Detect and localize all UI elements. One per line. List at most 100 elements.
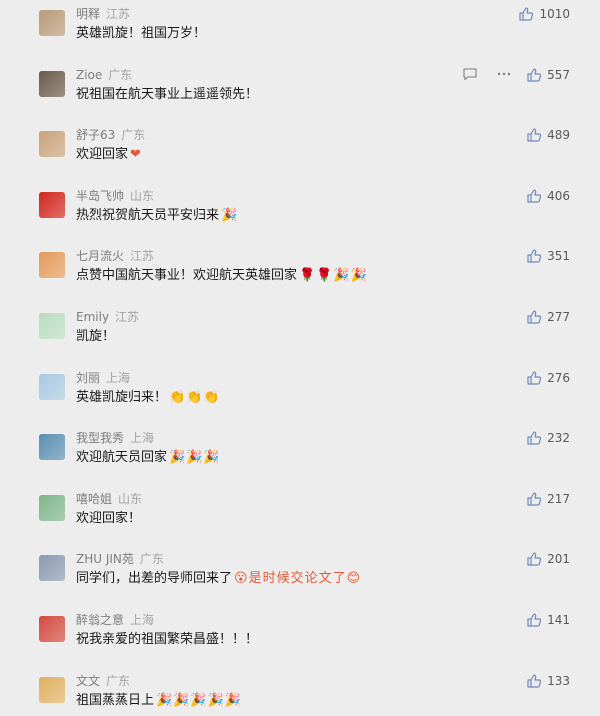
comment-text: 热烈祝贺航天员平安归来 🎉 [76,207,239,223]
thumbs-up-icon [527,189,542,203]
avatar[interactable] [39,131,65,158]
comment-item: 刘丽 上海 英雄凯旋归来！ 👏👏👏 276 [0,364,600,425]
emoji-group: 👏👏👏 [169,389,221,405]
like-button[interactable]: 201 [526,550,570,568]
comment-author[interactable]: ZHU JIN苑 [76,552,134,566]
comment-text: 同学们，出差的导师回来了 😮是时候交论文了😊 [76,571,362,587]
comment-item: ZHU JIN苑 广东 同学们，出差的导师回来了 😮是时候交论文了😊 201 [0,545,600,606]
like-button[interactable]: 1010 [518,5,570,23]
emoji-group: ❤ [130,147,142,163]
thumbs-up-icon [527,431,542,445]
emoji-group: 🎉🎉🎉 [169,450,221,466]
comment-author[interactable]: 明释 [76,7,100,21]
emoji-group: 🌹🌹🎉🎉 [299,268,368,284]
reply-icon[interactable] [462,66,478,82]
comment-text: 祖国蒸蒸日上 🎉🎉🎉🎉🎉 [76,692,242,708]
comment-text: 祝祖国在航天事业上遥遥领先！ [76,86,259,102]
like-button[interactable]: 489 [526,126,570,144]
like-count: 217 [547,491,570,506]
comment-location: 上海 [106,370,131,385]
comment-author[interactable]: 舒子63 [76,128,115,142]
avatar[interactable] [39,555,65,582]
emoji-group: 🎉🎉🎉🎉🎉 [156,692,242,708]
thumbs-up-icon [527,492,542,506]
comment-text: 点赞中国航天事业！欢迎航天英雄回家 🌹🌹🎉🎉 [76,268,368,284]
comment-list: 明释 江苏 英雄凯旋！祖国万岁！ 1010 Zioe 广东 祝祖国在航天事业上遥遥领… [0,0,600,716]
thumbs-up-icon [527,128,542,142]
comment-item: 文文 广东 祖国蒸蒸日上 🎉🎉🎉🎉🎉 133 [0,667,600,716]
like-button[interactable]: 351 [526,247,570,265]
comment-item: Emily 江苏 凯旋！ 277 [0,303,600,364]
comment-author[interactable]: 我型我秀 [76,431,124,445]
comment-text: 欢迎回家！ [76,510,142,526]
like-count: 557 [547,67,570,82]
comment-author[interactable]: 醉翁之意 [76,613,124,627]
like-button[interactable]: 133 [526,672,570,690]
like-count: 277 [547,310,570,324]
comment-text: 欢迎回家 ❤ [76,147,142,163]
comment-text: 英雄凯旋！祖国万岁！ [76,26,207,41]
thumbs-up-icon [527,673,542,688]
like-button[interactable]: 141 [526,611,570,629]
thumbs-up-icon [527,613,542,627]
comment-author[interactable]: Emily [76,310,109,324]
like-count: 1010 [539,7,570,21]
avatar[interactable] [39,494,65,521]
comment-author[interactable]: 七月流火 [76,249,124,263]
comment-location: 广东 [108,67,133,82]
emoji-group: 🎉 [221,207,239,223]
comment-author[interactable]: 嘻哈姐 [76,492,112,506]
comment-location: 广东 [106,673,131,688]
like-count: 489 [547,128,570,143]
like-button[interactable]: 406 [526,187,570,205]
like-button[interactable]: 276 [526,369,570,387]
comment-item: 明释 江苏 英雄凯旋！祖国万岁！ 1010 [0,0,600,61]
avatar[interactable] [39,616,65,642]
comment-item: Zioe 广东 祝祖国在航天事业上遥遥领先！ 557 [0,61,600,122]
comment-location: 江苏 [130,249,155,264]
like-button[interactable]: 232 [526,429,570,447]
like-count: 406 [547,188,570,203]
like-button[interactable]: 277 [526,308,570,326]
avatar[interactable] [39,191,65,218]
thumbs-up-icon [527,310,542,324]
comment-item: 七月流火 江苏 点赞中国航天事业！欢迎航天英雄回家 🌹🌹🎉🎉 351 [0,242,600,303]
comment-location: 上海 [130,613,155,627]
comment-item: 我型我秀 上海 欢迎航天员回家 🎉🎉🎉 232 [0,424,600,485]
comment-item: 半岛飞帅 山东 热烈祝贺航天员平安归来 🎉 406 [0,182,600,243]
comment-location: 江苏 [115,310,140,324]
like-count: 141 [547,613,570,627]
like-count: 276 [547,370,570,385]
comment-item: 嘻哈姐 山东 欢迎回家！ 217 [0,485,600,546]
comment-author[interactable]: 半岛飞帅 [76,189,124,203]
thumbs-up-icon [527,249,542,263]
comment-author[interactable]: 刘丽 [76,371,100,385]
more-icon[interactable] [496,66,512,82]
avatar[interactable] [39,313,65,339]
like-count: 351 [547,249,570,264]
emoji-group: 😮是时候交论文了😊 [234,571,362,587]
comment-author[interactable]: Zioe [76,68,102,82]
thumbs-up-icon [527,67,542,82]
comment-location: 山东 [118,491,143,506]
avatar[interactable] [39,10,65,36]
comment-item: 舒子63 广东 欢迎回家 ❤ 489 [0,121,600,182]
like-count: 201 [547,552,570,567]
comment-location: 广东 [139,552,164,567]
comment-text: 凯旋！ [76,329,116,344]
like-button[interactable]: 557 [526,66,570,84]
comment-location: 广东 [121,128,146,143]
comment-author[interactable]: 文文 [76,674,100,688]
avatar[interactable] [39,70,65,97]
like-button[interactable]: 217 [526,490,570,508]
thumbs-up-icon [519,7,534,21]
thumbs-up-icon [527,552,542,566]
comment-text: 欢迎航天员回家 🎉🎉🎉 [76,450,221,466]
avatar[interactable] [39,434,65,461]
avatar[interactable] [39,252,65,279]
comment-actions [444,66,512,82]
like-count: 232 [547,431,570,446]
avatar[interactable] [39,676,65,703]
avatar[interactable] [39,373,65,400]
comment-text: 英雄凯旋归来！ 👏👏👏 [76,389,221,405]
